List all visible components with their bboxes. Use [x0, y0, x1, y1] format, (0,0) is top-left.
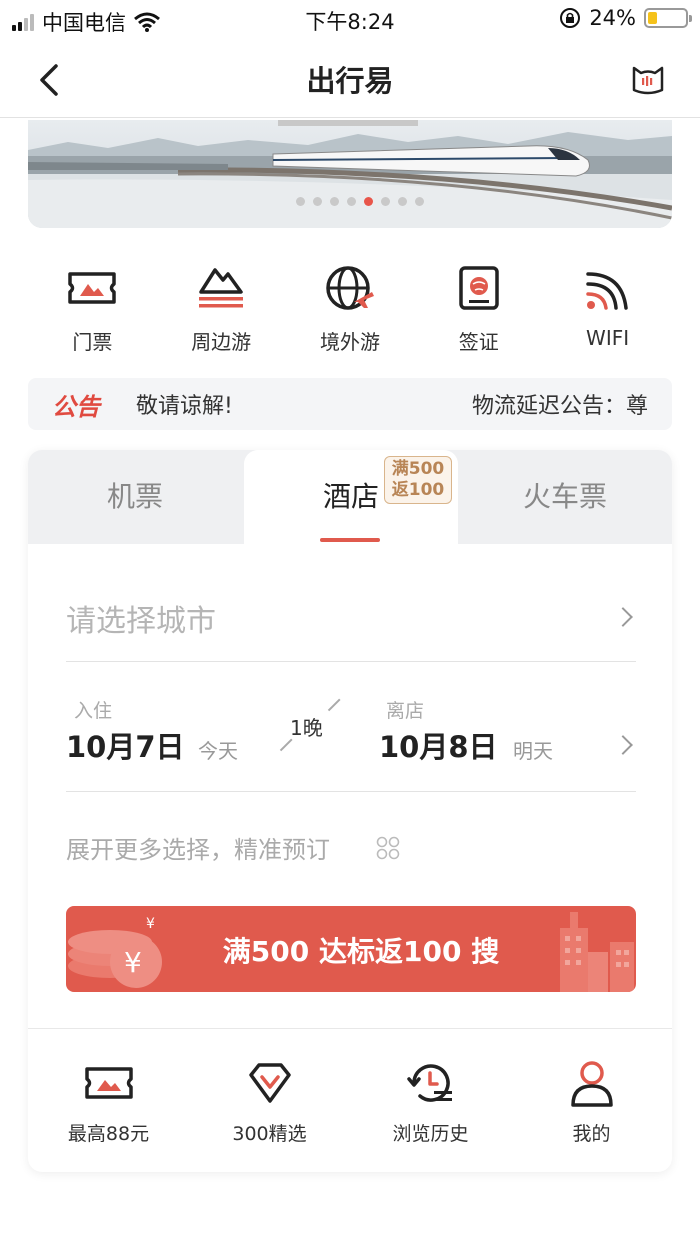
history-icon [406, 1064, 452, 1102]
category-grid: 门票 周边游 境外游 签证 WIFI [28, 262, 672, 362]
carousel-dot[interactable] [347, 197, 356, 206]
quick-links: 最高88元 300精选 浏览历史 我的 [28, 1028, 672, 1172]
link-label: 浏览历史 [392, 1123, 469, 1145]
category-label: WIFI [586, 326, 630, 350]
diamond-icon [248, 1063, 291, 1103]
promo-badge-line2: 返100 [391, 480, 445, 500]
notice-text-2: 物流延迟公告：尊 [471, 394, 648, 419]
category-label: 境外游 [319, 330, 380, 354]
carousel-dot[interactable] [364, 197, 373, 206]
more-options[interactable]: 展开更多选择，精准预订 [66, 828, 636, 868]
mountain-icon [199, 268, 244, 308]
tab-train[interactable]: 火车票 [458, 450, 672, 544]
status-right: 24% [559, 6, 692, 30]
battery-percent: 24% [589, 6, 636, 30]
chevron-right-icon [613, 735, 633, 755]
status-bar: 中国电信 下午8:24 24% [0, 0, 700, 40]
promo-badge-line1: 满500 [391, 459, 445, 479]
active-tab-indicator [320, 538, 380, 542]
promo-banner[interactable] [28, 120, 672, 228]
link-300-picks[interactable]: 300精选 [189, 1029, 350, 1172]
link-label: 300精选 [232, 1123, 307, 1145]
carousel-dot[interactable] [398, 197, 407, 206]
wifi-icon [585, 272, 628, 310]
divider-slash [327, 698, 341, 711]
buildings-illustration [560, 912, 634, 992]
grid-icon [376, 836, 400, 860]
booking-card: 机票 酒店 火车票 满500 返100 请选择城市 入住 10月7日 今天 1晚… [28, 450, 672, 1172]
cat-mascot-icon[interactable] [630, 60, 666, 96]
checkin-date: 10月7日 [66, 730, 185, 764]
category-tickets[interactable]: 门票 [28, 262, 157, 362]
globe-plane-icon [326, 266, 374, 310]
battery-level [648, 12, 657, 24]
link-label: 我的 [572, 1123, 611, 1145]
tab-flight[interactable]: 机票 [28, 450, 242, 544]
checkin-day: 今天 [198, 739, 238, 763]
more-options-text: 展开更多选择，精准预订 [66, 836, 330, 864]
nights-count: 1晚 [290, 716, 323, 740]
nav-bar: 出行易 [0, 40, 700, 118]
category-overseas-tour[interactable]: 境外游 [286, 262, 415, 362]
promo-badge: 满500 返100 [384, 456, 452, 504]
user-icon [570, 1061, 613, 1107]
checkout-day: 明天 [513, 739, 553, 763]
train-illustration [28, 120, 672, 228]
carousel-dot[interactable] [313, 197, 322, 206]
booking-tabs: 机票 酒店 火车票 满500 返100 [28, 450, 672, 544]
link-history[interactable]: 浏览历史 [350, 1029, 511, 1172]
notice-text-1: 敬请谅解! [136, 394, 233, 419]
page-title: 出行易 [306, 64, 394, 98]
chevron-right-icon [613, 607, 633, 627]
link-label: 最高88元 [67, 1123, 150, 1145]
link-max-88[interactable]: 最高88元 [28, 1029, 189, 1172]
date-select[interactable]: 入住 10月7日 今天 1晚 离店 10月8日 明天 [66, 662, 636, 792]
category-visa[interactable]: 签证 [414, 262, 543, 362]
tab-label: 火车票 [522, 480, 607, 513]
checkout-date: 10月8日 [379, 730, 498, 764]
city-placeholder: 请选择城市 [66, 604, 216, 639]
rotation-lock-icon [560, 8, 581, 28]
carousel-dot[interactable] [296, 197, 305, 206]
search-button-label: 满500 达标返100 搜 [222, 935, 500, 968]
passport-icon [459, 266, 499, 310]
tab-label: 酒店 [322, 480, 379, 513]
city-select[interactable]: 请选择城市 [66, 578, 636, 662]
notice-bar[interactable]: 公告 敬请谅解! 物流延迟公告：尊 [28, 378, 672, 430]
ticket-icon [84, 1067, 133, 1099]
link-mine[interactable]: 我的 [511, 1029, 672, 1172]
carousel-dot[interactable] [330, 197, 339, 206]
carousel-dot[interactable] [415, 197, 424, 206]
notice-tag: 公告 [52, 392, 100, 421]
category-label: 签证 [458, 330, 499, 354]
battery-icon [644, 8, 692, 28]
category-wifi[interactable]: WIFI [543, 262, 672, 362]
category-label: 门票 [72, 330, 113, 354]
ticket-icon [68, 272, 117, 304]
checkout-label: 离店 [386, 700, 425, 722]
checkin-label: 入住 [74, 700, 113, 722]
carousel-dot[interactable] [381, 197, 390, 206]
search-button[interactable]: ¥ ¥ 满500 达标返100 搜 [66, 906, 636, 992]
category-nearby-tour[interactable]: 周边游 [157, 262, 286, 362]
tab-label: 机票 [106, 480, 163, 513]
category-label: 周边游 [191, 330, 252, 354]
carousel-dots[interactable] [28, 197, 672, 206]
